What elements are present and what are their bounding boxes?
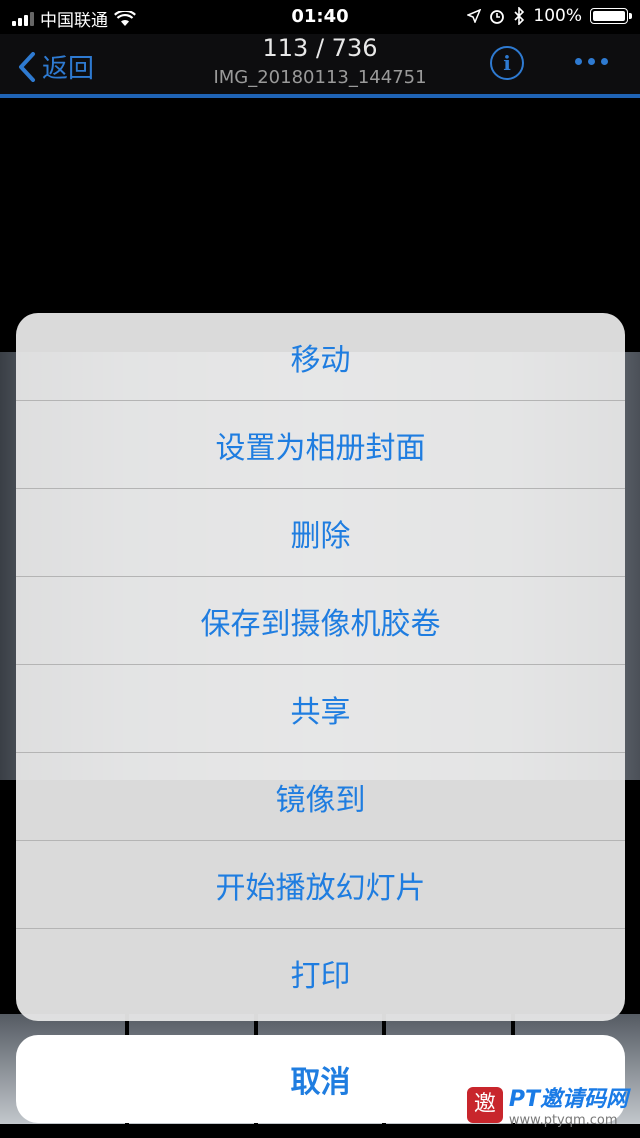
action-delete[interactable]: 删除 [16,489,625,577]
navigation-bar: 返回 113 / 736 IMG_20180113_144751 i [0,34,640,98]
action-start-slideshow[interactable]: 开始播放幻灯片 [16,841,625,929]
battery-percent: 100% [533,6,582,26]
action-print[interactable]: 打印 [16,929,625,1017]
watermark-url: www.ptyqm.com [508,1113,618,1128]
more-icon[interactable] [575,58,608,65]
action-set-album-cover[interactable]: 设置为相册封面 [16,401,625,489]
action-mirror-to[interactable]: 镜像到 [16,753,625,841]
action-sheet: 移动 设置为相册封面 删除 保存到摄像机胶卷 共享 镜像到 开始播放幻灯片 打印 [16,313,625,1021]
alarm-icon [490,10,505,24]
bluetooth-icon [514,7,525,25]
action-save-to-camera-roll[interactable]: 保存到摄像机胶卷 [16,577,625,665]
watermark-logo: 邀 PT邀请码网 www.ptyqm.com [466,1081,628,1128]
watermark-text: PT邀请码网 [508,1087,628,1112]
action-move[interactable]: 移动 [16,313,625,401]
battery-icon [590,8,632,24]
info-icon[interactable]: i [490,46,524,80]
status-bar: 中国联通 01:40 100% [0,0,640,34]
action-share[interactable]: 共享 [16,665,625,753]
photo-viewer-screen: 中国联通 01:40 100% 返回 113 / 736 IMG_2018011… [0,0,640,1138]
file-name: IMG_20180113_144751 [213,67,427,88]
location-icon [467,9,482,23]
page-title: 113 / 736 [262,34,378,62]
watermark-seal: 邀 [466,1086,503,1123]
